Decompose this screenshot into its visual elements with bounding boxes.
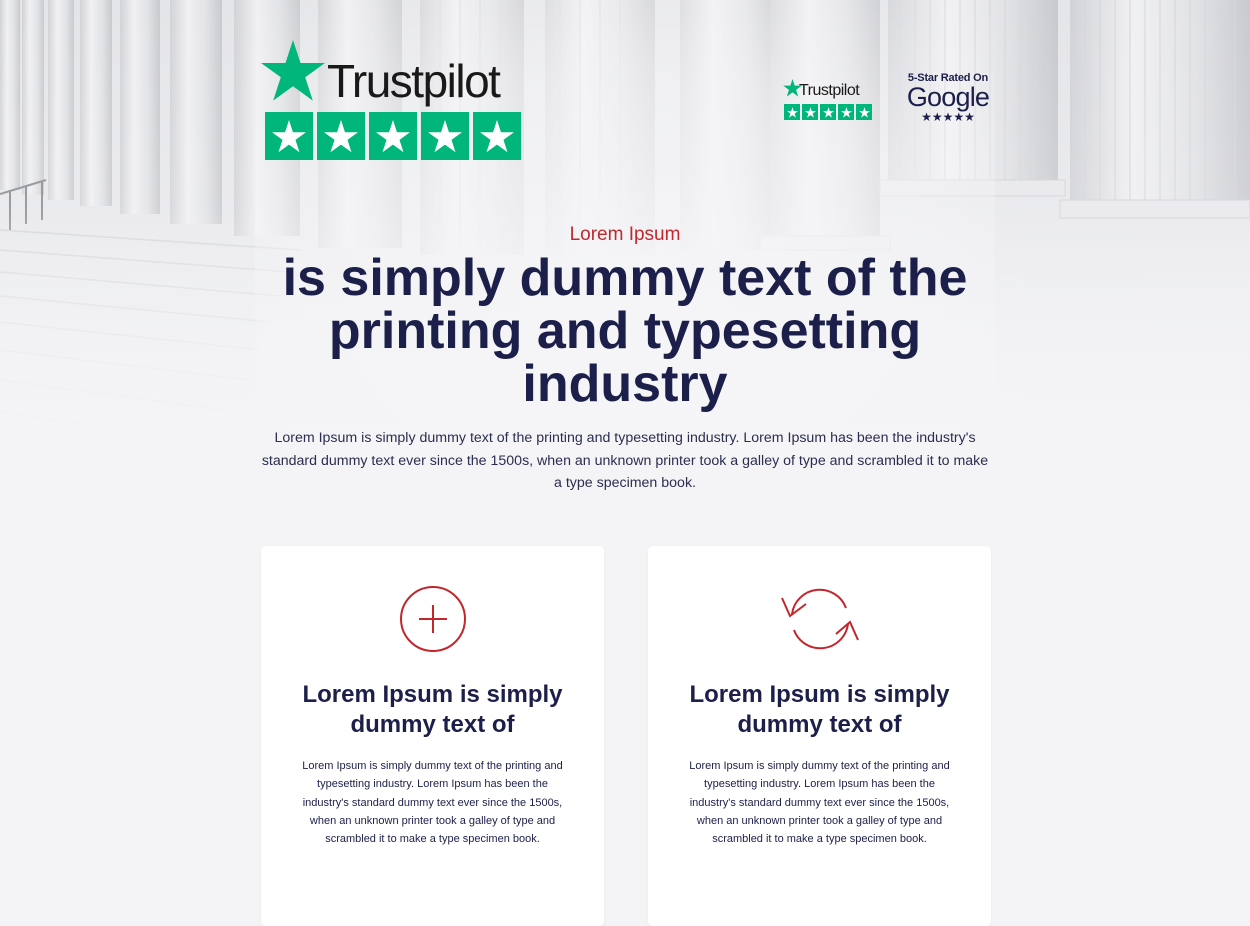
- star-icon: [421, 112, 469, 160]
- feature-card: Lorem Ipsum is simply dummy text of Lore…: [261, 546, 604, 926]
- feature-card: Lorem Ipsum is simply dummy text of Lore…: [648, 546, 991, 926]
- star-icon: [838, 104, 854, 120]
- google-wordmark: Google: [906, 82, 990, 112]
- google-rating-stars: ★★★★★: [921, 110, 975, 124]
- plus-circle-icon: [399, 586, 466, 652]
- trustpilot-rating-stars: [265, 112, 521, 160]
- hero-lead-paragraph: Lorem Ipsum is simply dummy text of the …: [261, 430, 989, 491]
- card-body: Lorem Ipsum is simply dummy text of the …: [302, 760, 563, 846]
- trustpilot-logo: Trustpilot: [261, 40, 523, 162]
- star-icon: [784, 104, 800, 120]
- star-icon: [802, 104, 818, 120]
- star-icon: [473, 112, 521, 160]
- card-title: Lorem Ipsum is simply dummy text of: [302, 681, 563, 738]
- star-icon: [265, 112, 313, 160]
- star-icon: [856, 104, 872, 120]
- star-icon: [369, 112, 417, 160]
- trustpilot-rating-stars: [784, 104, 872, 120]
- card-icon-wrap: [261, 584, 604, 654]
- star-icon: [820, 104, 836, 120]
- card-icon-wrap: [648, 584, 991, 654]
- refresh-arrows-icon: [780, 588, 859, 650]
- trustpilot-badge-small[interactable]: Trustpilot: [783, 78, 875, 122]
- card-body: Lorem Ipsum is simply dummy text of the …: [689, 760, 950, 846]
- google-rating-badge[interactable]: 5-Star Rated On Google ★★★★★: [900, 72, 996, 128]
- star-icon: [317, 112, 365, 160]
- trustpilot-wordmark: Trustpilot: [799, 82, 860, 99]
- card-title: Lorem Ipsum is simply dummy text of: [689, 681, 950, 738]
- trustpilot-star-icon: [261, 40, 325, 101]
- hero-eyebrow: Lorem Ipsum: [569, 224, 681, 245]
- hero-headline: is simply dummy text of the printing and…: [282, 249, 968, 413]
- trustpilot-wordmark: Trustpilot: [327, 55, 501, 107]
